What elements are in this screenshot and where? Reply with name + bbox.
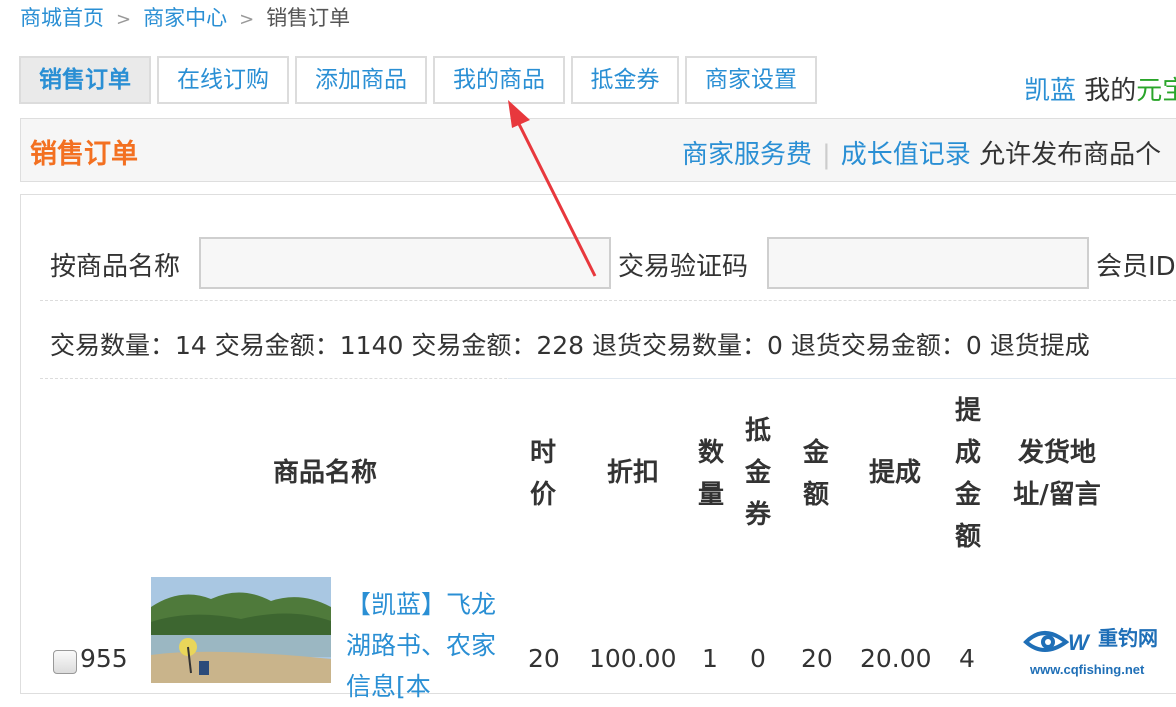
fish-eye-logo-icon: W bbox=[1023, 630, 1091, 655]
col-header-commission: 提成 bbox=[868, 458, 921, 488]
breadcrumb-merchant-center-link[interactable]: 商家中心 bbox=[143, 6, 227, 30]
table-top-border bbox=[508, 378, 1176, 379]
product-thumbnail[interactable] bbox=[151, 577, 331, 683]
cell-coupon: 0 bbox=[750, 644, 766, 673]
breadcrumb-home-link[interactable]: 商城首页 bbox=[20, 6, 104, 30]
order-stats: 交易数量：14 交易金额：1140 交易金额：228 退货交易数量：0 退货交易… bbox=[50, 331, 1090, 360]
chevron-right-icon: > bbox=[239, 9, 255, 30]
user-area: 凯蓝 我的元宝 bbox=[1024, 70, 1176, 107]
product-photo-icon bbox=[151, 577, 331, 683]
col-header-price: 时价 bbox=[529, 438, 556, 510]
col-header-discount: 折扣 bbox=[606, 458, 659, 488]
cell-price: 20 bbox=[528, 644, 560, 673]
tab-add-product[interactable]: 添加商品 bbox=[295, 56, 427, 104]
chevron-right-icon: > bbox=[116, 9, 132, 30]
section-links: 商家服务费 | 成长值记录 允许发布商品个 bbox=[682, 134, 1161, 171]
link-divider: | bbox=[822, 140, 831, 170]
service-fee-link[interactable]: 商家服务费 bbox=[682, 140, 812, 170]
col-header-coupon: 抵金券 bbox=[744, 416, 771, 530]
user-mine-label: 我的 bbox=[1084, 76, 1137, 106]
tab-online-order[interactable]: 在线订购 bbox=[157, 56, 289, 104]
allowed-products-text: 允许发布商品个 bbox=[979, 140, 1162, 170]
site-watermark: W 重钓网 www.cqfishing.net bbox=[1022, 618, 1176, 680]
verification-code-label: 交易验证码 bbox=[618, 252, 749, 282]
svg-text:W: W bbox=[1068, 630, 1091, 655]
cell-discount: 100.00 bbox=[589, 644, 677, 673]
annotation-arrow-icon bbox=[508, 100, 597, 277]
watermark-url: www.cqfishing.net bbox=[1030, 662, 1145, 677]
cell-commission: 20.00 bbox=[860, 644, 932, 673]
cell-qty: 1 bbox=[702, 644, 718, 673]
tab-sales-orders[interactable]: 销售订单 bbox=[19, 56, 151, 104]
product-name-filter-label: 按商品名称 bbox=[50, 252, 181, 282]
username-link[interactable]: 凯蓝 bbox=[1024, 76, 1076, 106]
breadcrumb-current: 销售订单 bbox=[266, 6, 351, 30]
col-header-amount: 金额 bbox=[802, 438, 829, 510]
cell-amount: 20 bbox=[801, 644, 833, 673]
verification-code-input[interactable] bbox=[767, 237, 1089, 289]
growth-record-link[interactable]: 成长值记录 bbox=[841, 140, 971, 170]
cell-commission-amount: 4 bbox=[959, 644, 975, 673]
breadcrumb: 商城首页 > 商家中心 > 销售订单 bbox=[20, 2, 350, 32]
tab-merchant-settings[interactable]: 商家设置 bbox=[685, 56, 817, 104]
order-id: 955 bbox=[80, 644, 128, 673]
col-header-commission-amount: 提成金额 bbox=[954, 396, 981, 552]
member-id-label: 会员ID bbox=[1096, 252, 1176, 282]
col-header-address: 发货地址/留言 bbox=[1013, 438, 1101, 510]
watermark-logo-text: 重钓网 bbox=[1098, 626, 1158, 650]
row-select-checkbox[interactable] bbox=[53, 650, 77, 674]
divider bbox=[40, 300, 1176, 301]
user-ingot-link[interactable]: 元宝 bbox=[1136, 76, 1176, 106]
col-header-qty: 数量 bbox=[697, 438, 724, 510]
product-name-link[interactable]: 【凯蓝】飞龙湖路书、农家信息[本 bbox=[346, 584, 496, 707]
section-title: 销售订单 bbox=[30, 139, 138, 170]
col-header-name: 商品名称 bbox=[272, 458, 377, 488]
